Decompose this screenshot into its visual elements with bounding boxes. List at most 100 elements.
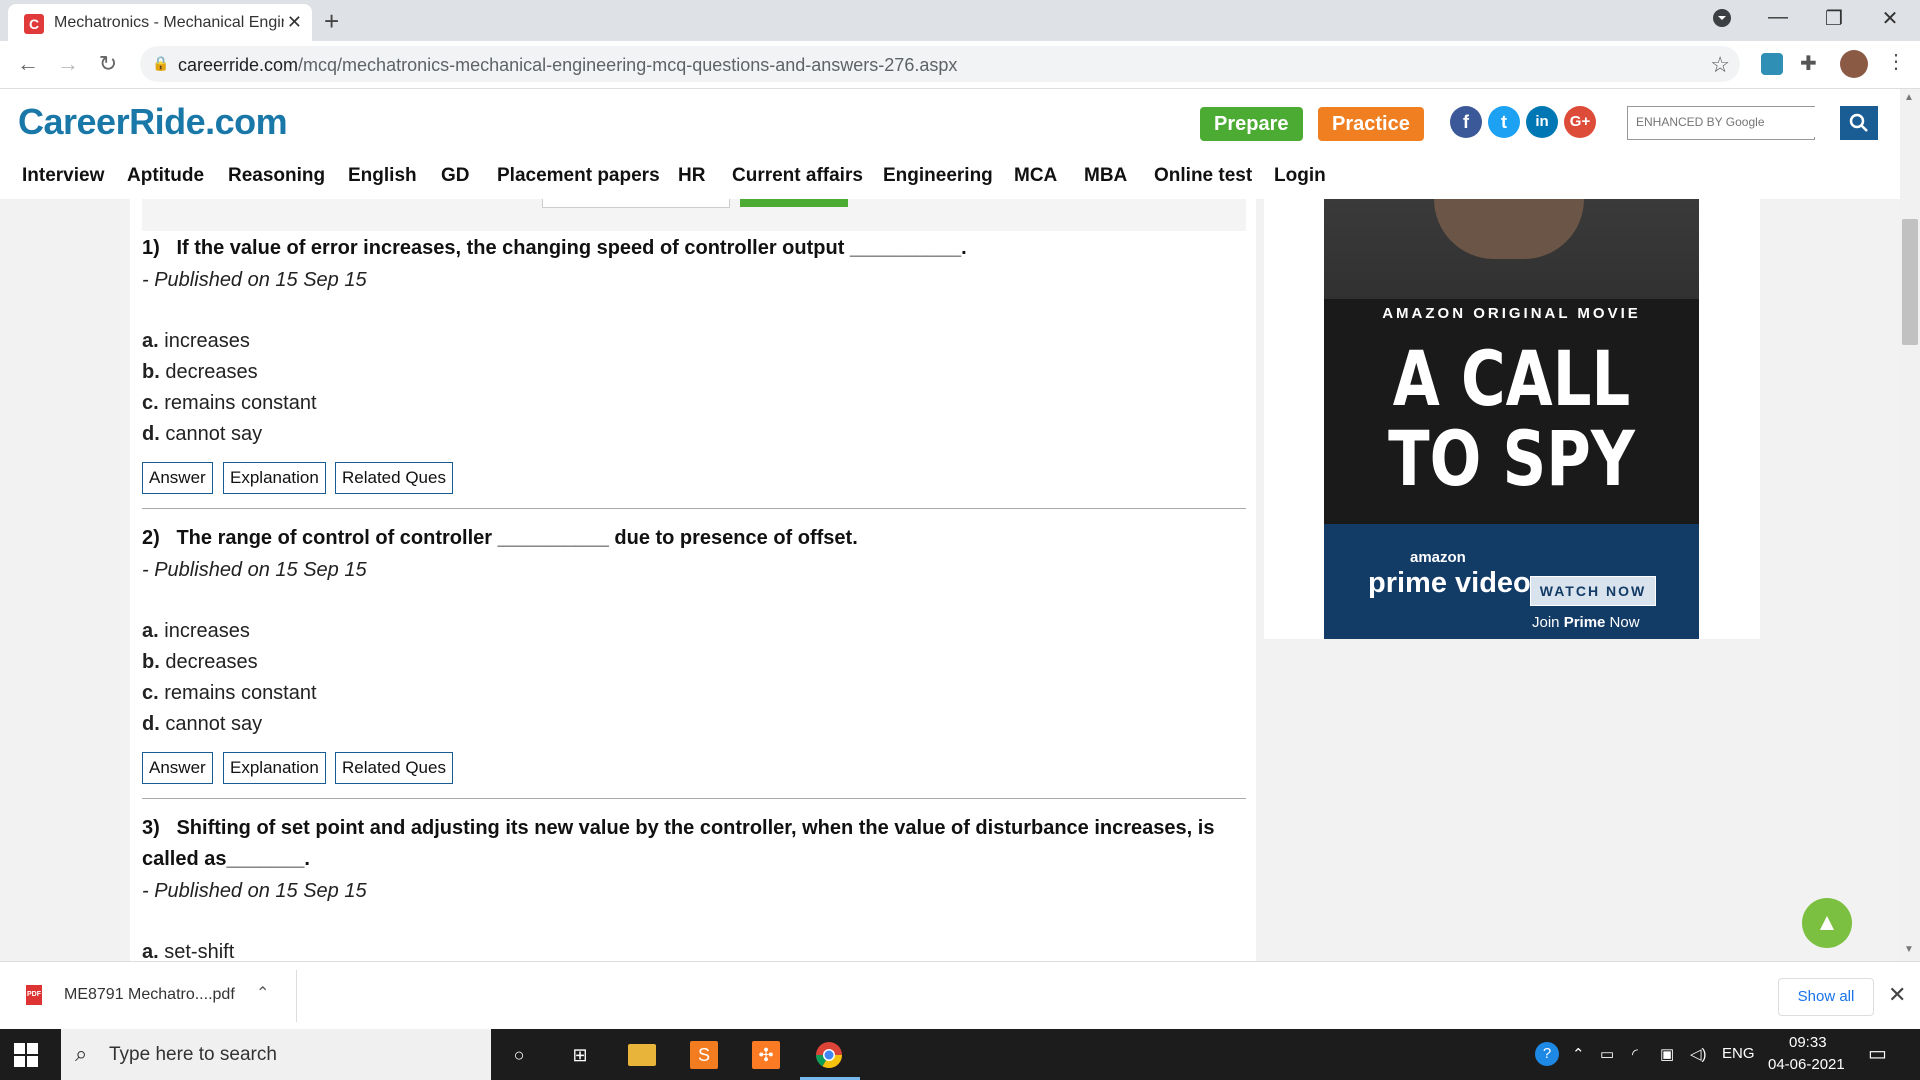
- wifi-icon[interactable]: ◜: [1632, 1045, 1638, 1063]
- question-number: 1): [142, 237, 160, 259]
- address-bar[interactable]: 🔒 careerride.com/mcq/mechatronics-mechan…: [140, 46, 1740, 82]
- chevron-up-icon[interactable]: ⌃: [256, 983, 269, 1003]
- task-view-icon[interactable]: ⊞: [566, 1041, 594, 1069]
- ad-prime-video-logo: prime video: [1368, 567, 1531, 599]
- language-indicator[interactable]: ENG: [1722, 1045, 1755, 1062]
- explanation-button[interactable]: Explanation: [223, 752, 326, 784]
- option-d[interactable]: d. cannot say: [142, 713, 262, 736]
- network-icon[interactable]: ▣: [1660, 1045, 1674, 1063]
- sublime-text-icon[interactable]: S: [690, 1041, 718, 1069]
- profile-avatar[interactable]: [1840, 50, 1868, 78]
- option-c[interactable]: c. remains constant: [142, 392, 317, 415]
- new-tab-icon[interactable]: +: [324, 6, 339, 37]
- windows-start-icon[interactable]: [14, 1043, 38, 1067]
- nav-mca[interactable]: MCA: [1014, 165, 1057, 187]
- nav-english[interactable]: English: [348, 165, 417, 187]
- extension-icon[interactable]: [1761, 53, 1783, 75]
- download-item[interactable]: PDF ME8791 Mechatro....pdf ⌃: [20, 977, 292, 1015]
- careerride-favicon-icon: C: [24, 14, 44, 34]
- search-input[interactable]: [1628, 107, 1816, 137]
- show-all-button[interactable]: Show all: [1778, 978, 1874, 1016]
- back-icon[interactable]: ←: [14, 51, 42, 77]
- nav-hr[interactable]: HR: [678, 165, 705, 187]
- nav-interview[interactable]: Interview: [22, 165, 104, 187]
- nav-aptitude[interactable]: Aptitude: [127, 165, 204, 187]
- tab-close-icon[interactable]: ✕: [287, 12, 302, 33]
- notifications-icon[interactable]: ▭: [1868, 1041, 1887, 1066]
- advertisement-banner[interactable]: AMAZON ORIGINAL MOVIE A CALL TO SPY amaz…: [1324, 199, 1699, 639]
- scroll-up-arrow-icon[interactable]: ▲: [1904, 92, 1914, 103]
- search-icon: ⌕: [75, 1041, 88, 1066]
- nav-current-affairs[interactable]: Current affairs: [732, 165, 863, 187]
- download-bar-close-icon[interactable]: ✕: [1888, 982, 1906, 1008]
- reload-icon[interactable]: ↻: [94, 51, 122, 77]
- download-filename: ME8791 Mechatro....pdf: [64, 986, 235, 1003]
- chevron-up-icon[interactable]: ⌃: [1572, 1045, 1585, 1063]
- battery-icon[interactable]: ▭: [1600, 1045, 1614, 1063]
- download-bar: PDF ME8791 Mechatro....pdf ⌃ Show all ✕: [0, 961, 1920, 1030]
- maximize-icon[interactable]: ❐: [1814, 6, 1854, 31]
- download-divider: [296, 970, 297, 1022]
- filter-button[interactable]: [740, 199, 848, 207]
- cortana-icon[interactable]: ○: [505, 1041, 533, 1069]
- filter-input[interactable]: [542, 199, 730, 208]
- clock-time[interactable]: 09:33: [1789, 1034, 1827, 1051]
- answer-button[interactable]: Answer: [142, 462, 213, 494]
- url-path: /mcq/mechatronics-mechanical-engineering…: [298, 55, 958, 75]
- puzzle-icon[interactable]: ✚: [1800, 51, 1817, 76]
- published-date: - Published on 15 Sep 15: [142, 269, 367, 291]
- tab-search-icon[interactable]: [1702, 8, 1742, 34]
- bookmark-star-icon[interactable]: ☆: [1710, 52, 1730, 78]
- nav-engineering[interactable]: Engineering: [883, 165, 993, 187]
- facebook-icon[interactable]: f: [1450, 106, 1482, 138]
- option-a[interactable]: a. increases: [142, 620, 250, 643]
- scrollbar-thumb[interactable]: [1902, 219, 1918, 345]
- question-text: If the value of error increases, the cha…: [176, 237, 967, 259]
- browser-tab[interactable]: C Mechatronics - Mechanical Engin ✕: [8, 4, 312, 41]
- web-page: CareerRide.com Prepare Practice f t in G…: [0, 89, 1900, 961]
- nav-login[interactable]: Login: [1274, 165, 1326, 187]
- xampp-icon[interactable]: ✣: [752, 1041, 780, 1069]
- window-close-icon[interactable]: ✕: [1870, 6, 1910, 31]
- twitter-icon[interactable]: t: [1488, 106, 1520, 138]
- question-divider: [142, 508, 1246, 509]
- question-text: Shifting of set point and adjusting its …: [142, 817, 1215, 870]
- linkedin-icon[interactable]: in: [1526, 106, 1558, 138]
- google-plus-icon[interactable]: G+: [1564, 106, 1596, 138]
- minimize-icon[interactable]: —: [1758, 6, 1798, 29]
- chrome-taskbar-icon[interactable]: [815, 1041, 843, 1069]
- browser-toolbar: ← → ↻ 🔒 careerride.com/mcq/mechatronics-…: [0, 41, 1920, 89]
- prepare-button[interactable]: Prepare: [1200, 107, 1303, 141]
- related-questions-button[interactable]: Related Ques: [335, 462, 453, 494]
- volume-icon[interactable]: ◁): [1690, 1045, 1707, 1063]
- nav-reasoning[interactable]: Reasoning: [228, 165, 325, 187]
- related-questions-button[interactable]: Related Ques: [335, 752, 453, 784]
- file-explorer-icon[interactable]: [628, 1044, 656, 1066]
- scroll-down-arrow-icon[interactable]: ▼: [1904, 944, 1914, 955]
- site-logo[interactable]: CareerRide.com: [18, 101, 288, 143]
- option-b[interactable]: b. decreases: [142, 651, 258, 674]
- ad-watch-now-button[interactable]: WATCH NOW: [1530, 576, 1656, 606]
- practice-button[interactable]: Practice: [1318, 107, 1424, 141]
- option-d[interactable]: d. cannot say: [142, 423, 262, 446]
- nav-placement-papers[interactable]: Placement papers: [497, 165, 660, 187]
- option-b[interactable]: b. decreases: [142, 361, 258, 384]
- option-a[interactable]: a. increases: [142, 330, 250, 353]
- search-button[interactable]: [1840, 106, 1878, 140]
- option-c[interactable]: c. remains constant: [142, 682, 317, 705]
- answer-button[interactable]: Answer: [142, 752, 213, 784]
- explanation-button[interactable]: Explanation: [223, 462, 326, 494]
- forward-icon[interactable]: →: [54, 51, 82, 77]
- option-a[interactable]: a. set-shift: [142, 941, 234, 961]
- clock-date[interactable]: 04-06-2021: [1768, 1056, 1845, 1073]
- nav-gd[interactable]: GD: [441, 165, 470, 187]
- taskbar-search-placeholder: Type here to search: [109, 1044, 277, 1065]
- help-icon[interactable]: ?: [1535, 1042, 1559, 1066]
- pdf-file-icon: PDF: [26, 985, 42, 1005]
- nav-mba[interactable]: MBA: [1084, 165, 1127, 187]
- taskbar-search[interactable]: ⌕ Type here to search: [61, 1029, 491, 1080]
- nav-online-test[interactable]: Online test: [1154, 165, 1252, 187]
- scroll-to-top-button[interactable]: ▲: [1802, 898, 1852, 948]
- question-2: 2) The range of control of controller __…: [142, 523, 1242, 554]
- menu-kebab-icon[interactable]: ⋮: [1886, 49, 1906, 74]
